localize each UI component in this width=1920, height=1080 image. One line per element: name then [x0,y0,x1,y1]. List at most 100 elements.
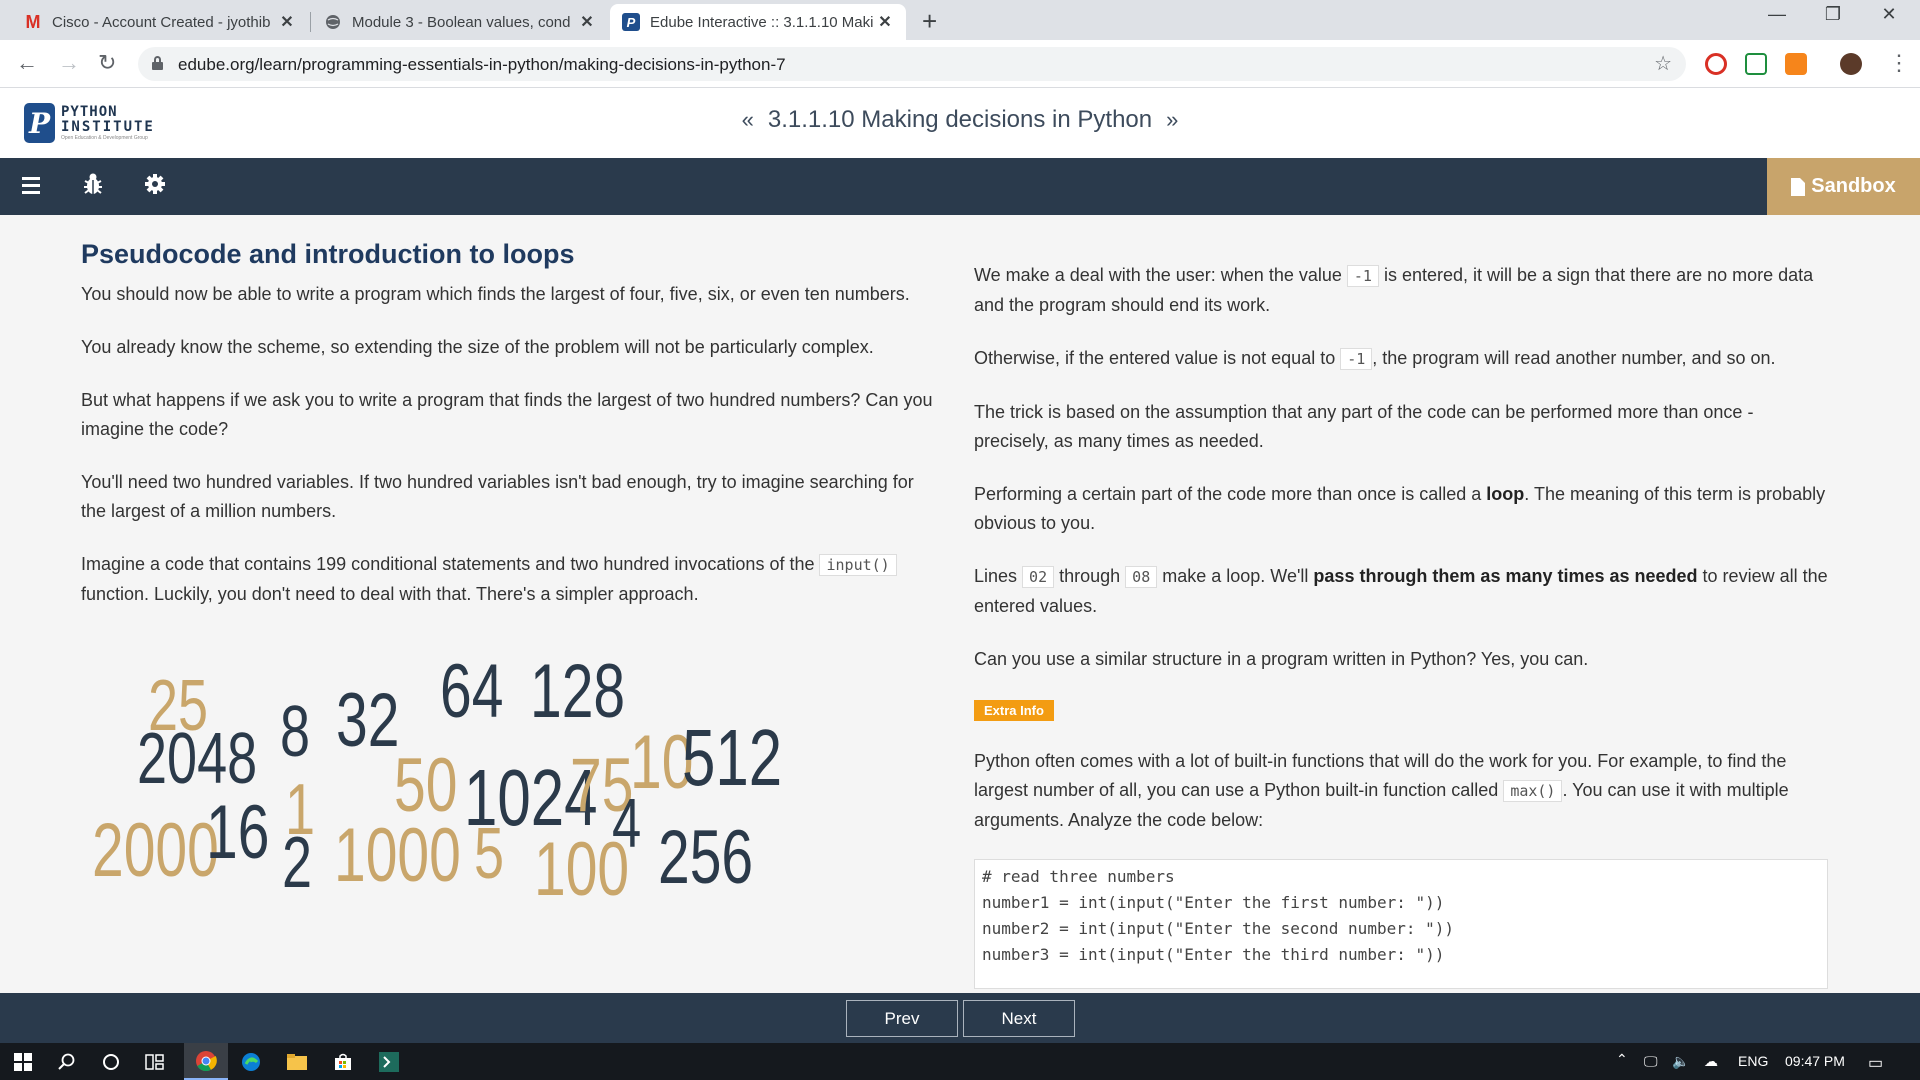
windows-taskbar: ⌃ 🖵 🔈 ☁ ENG 09:47 PM ▭ [0,1043,1920,1080]
numbers-illustration: 25 2048 8 32 64 128 1 50 1024 75 10 512 … [80,654,783,960]
lesson-title-bar: « 3.1.1.10 Making decisions in Python » [0,106,1920,134]
sandbox-button[interactable]: Sandbox [1767,158,1920,215]
close-tab-icon[interactable]: ✕ [278,12,296,32]
lesson-content: Pseudocode and introduction to loops You… [0,215,1920,993]
language-indicator[interactable]: ENG [1738,1053,1768,1069]
maximize-button[interactable]: ❐ [1810,4,1856,25]
browser-menu-icon[interactable]: ⋮ [1888,50,1910,76]
inline-code: -1 [1346,265,1379,287]
lesson-footer-nav: Prev Next [0,993,1920,1043]
gmail-icon: M [25,11,41,32]
inline-code: -1 [1340,348,1373,370]
paragraph: You'll need two hundred variables. If tw… [81,472,914,521]
extension-clipper-icon[interactable] [1745,53,1767,75]
code-line: number3 = int(input("Enter the third num… [982,945,1445,964]
tab-title: Edube Interactive :: 3.1.1.10 Maki [650,13,874,31]
reload-icon[interactable]: ↻ [98,50,116,76]
number: 2048 [137,719,258,799]
previous-lesson-chevron-icon[interactable]: « [742,107,754,132]
code-line: number1 = int(input("Enter the first num… [982,893,1445,912]
url-bar[interactable]: edube.org/learn/programming-essentials-i… [138,47,1686,81]
network-icon[interactable]: 🖵 [1644,1053,1658,1070]
number: 256 [658,815,754,900]
code-line: number2 = int(input("Enter the second nu… [982,919,1455,938]
profile-avatar[interactable] [1840,53,1862,75]
store-icon[interactable] [330,1049,356,1075]
paragraph: We make a deal with the user: when the v… [974,265,1814,315]
number: 64 [440,649,504,734]
paragraph: Python often comes with a lot of built-i… [974,751,1789,830]
number: 5 [474,814,505,894]
course-toolbar: Sandbox [0,158,1920,215]
browser-tab-module3[interactable]: Module 3 - Boolean values, cond ✕ [312,4,608,40]
extension-metamask-icon[interactable] [1785,53,1807,75]
task-view-icon[interactable] [142,1049,168,1075]
paragraph: You already know the scheme, so extendin… [81,337,874,357]
close-window-button[interactable]: ✕ [1866,4,1912,25]
paragraph: The trick is based on the assumption tha… [974,402,1754,451]
hamburger-menu-icon[interactable] [22,177,40,198]
url-text[interactable]: edube.org/learn/programming-essentials-i… [178,55,786,75]
browser-tab-strip: M Cisco - Account Created - jyothib ✕ Mo… [0,0,1920,40]
next-button[interactable]: Next [963,1000,1075,1037]
code-block[interactable]: # read three numbers number1 = int(input… [974,859,1828,989]
file-explorer-icon[interactable] [284,1049,310,1075]
tray-chevron-icon[interactable]: ⌃ [1616,1051,1628,1068]
browser-tab-gmail[interactable]: M Cisco - Account Created - jyothib ✕ [12,4,308,40]
extra-info-badge: Extra Info [974,700,1054,721]
number: 16 [206,790,270,875]
next-lesson-chevron-icon[interactable]: » [1166,107,1178,132]
lesson-title: 3.1.1.10 Making decisions in Python [767,106,1153,133]
settings-gear-icon[interactable] [144,173,166,201]
inline-code: max() [1503,780,1563,802]
paragraph: Can you use a similar structure in a pro… [974,649,1589,669]
windows-start-icon[interactable] [10,1049,36,1075]
chrome-taskbar-icon[interactable] [184,1043,228,1080]
lock-icon [152,56,163,70]
tab-title: Cisco - Account Created - jyothib [52,13,271,31]
cortana-icon[interactable] [98,1049,124,1075]
extension-adblock-icon[interactable] [1705,53,1727,75]
python-institute-icon: P [622,13,640,31]
paragraph: Imagine a code that contains 199 conditi… [81,550,936,609]
sandbox-label: Sandbox [1811,175,1896,197]
search-icon[interactable] [54,1049,80,1075]
code-line: # read three numbers [982,867,1175,886]
close-tab-icon[interactable]: ✕ [578,12,596,32]
tab-title: Module 3 - Boolean values, cond [352,13,571,31]
bug-report-icon[interactable] [82,172,104,202]
paragraph: Otherwise, if the entered value is not e… [974,348,1776,370]
edge-icon[interactable] [238,1049,264,1075]
address-toolbar: ← → ↻ edube.org/learn/programming-essent… [0,40,1920,88]
logo-tagline: Open Education & Development Group [61,135,148,141]
number: 32 [336,678,400,763]
site-header: P PYTHON INSTITUTE Open Education & Deve… [0,88,1920,158]
number: 4 [612,784,642,862]
number: 1000 [334,813,461,898]
tab-separator [310,12,311,32]
inline-code: 02 [1022,566,1055,588]
back-arrow-icon[interactable]: ← [16,50,38,76]
paragraph: You should now be able to write a progra… [81,284,910,304]
close-tab-icon[interactable]: ✕ [876,12,894,32]
prev-button[interactable]: Prev [846,1000,958,1037]
minimize-button[interactable]: — [1754,4,1800,25]
left-column: Pseudocode and introduction to loops You… [81,239,936,633]
volume-icon[interactable]: 🔈 [1672,1053,1689,1070]
forward-arrow-icon[interactable]: → [58,50,80,76]
clock[interactable]: 09:47 PM [1785,1053,1845,1069]
paragraph: But what happens if we ask you to write … [81,390,933,439]
notifications-icon[interactable]: ▭ [1868,1053,1883,1073]
number: 2000 [92,808,219,893]
number: 2 [282,823,313,903]
bookmark-star-icon[interactable]: ☆ [1654,51,1672,76]
new-tab-button[interactable]: + [922,6,937,37]
section-heading: Pseudocode and introduction to loops [81,239,575,269]
browser-tab-edube[interactable]: P Edube Interactive :: 3.1.1.10 Maki ✕ [610,4,906,40]
right-column: We make a deal with the user: when the v… [974,261,1828,989]
onedrive-icon[interactable]: ☁ [1704,1053,1718,1070]
number: 512 [682,713,783,802]
document-icon [1791,177,1806,196]
app-terminal-icon[interactable] [376,1049,402,1075]
number: 128 [530,649,626,734]
